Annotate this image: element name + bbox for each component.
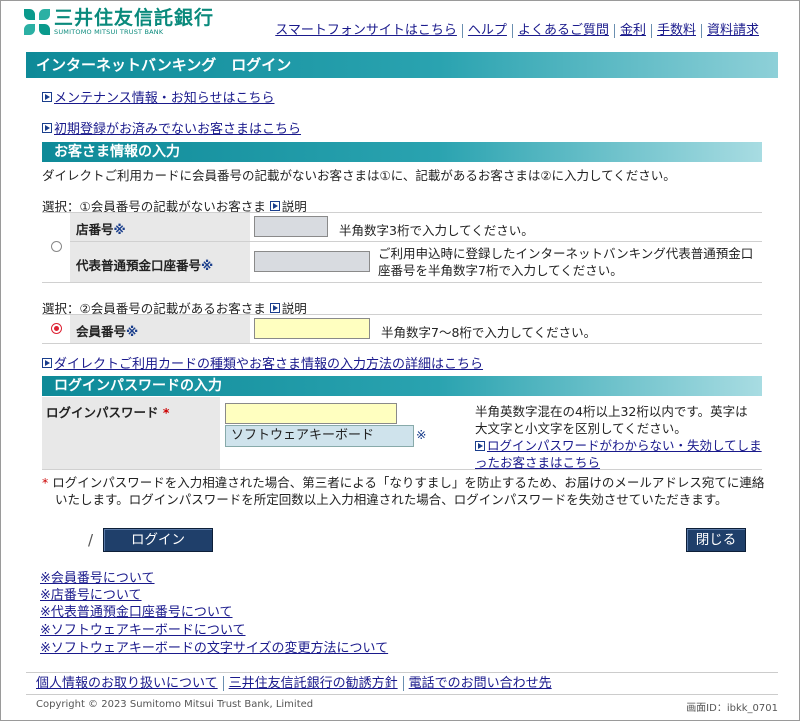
note-account-number-link[interactable]: ※代表普通預金口座番号について xyxy=(40,604,233,621)
password-section-title: ログインパスワードの入力 xyxy=(42,376,762,396)
copyright: Copyright © 2023 Sumitomo Mitsui Trust B… xyxy=(36,699,314,710)
account-label: 代表普通預金口座番号※ xyxy=(76,258,214,273)
page-header: 三井住友信託銀行 SUMITOMO MITSUI TRUST BANK スマート… xyxy=(24,8,764,44)
phone-contact-link[interactable]: 電話でのお問い合わせ先 xyxy=(402,676,557,691)
nav-interest-link[interactable]: 金利 xyxy=(613,24,651,38)
privacy-link[interactable]: 個人情報のお取り扱いについて xyxy=(31,676,223,691)
member-label: 会員番号※ xyxy=(76,324,139,339)
member-hint: 半角数字7～8桁で入力してください。 xyxy=(381,325,597,340)
branch-number-input[interactable] xyxy=(254,216,328,237)
arrow-icon xyxy=(42,357,52,368)
option1-radio[interactable] xyxy=(51,241,62,252)
footer-links: 個人情報のお取り扱いについて 三井住友信託銀行の勧誘方針 電話でのお問い合わせ先 xyxy=(31,676,557,691)
required-star: * xyxy=(162,405,170,420)
asterisk-mark: ※ xyxy=(113,222,126,237)
detail-link-row: ダイレクトご利用カードの種類やお客さま情報の入力方法の詳細はこちら xyxy=(42,353,483,372)
asterisk-mark: ※ xyxy=(201,258,214,273)
arrow-icon xyxy=(269,200,280,211)
footer-divider xyxy=(26,672,778,673)
initial-registration-link-row: 初期登録がお済みでないお客さまはこちら xyxy=(42,118,301,137)
forgot-password-link-cont[interactable]: ったお客さまはこちら xyxy=(475,455,600,470)
option2-radio[interactable] xyxy=(51,323,62,334)
customer-section-title: お客さま情報の入力 xyxy=(42,142,762,162)
maintenance-link-row: メンテナンス情報・お知らせはこちら xyxy=(42,87,274,106)
nav-brochure-link[interactable]: 資料請求 xyxy=(700,24,764,38)
password-hint: 半角英数字混在の4桁以上32桁以内です。英字は 大文字と小文字を区別してください… xyxy=(475,404,748,436)
note-keyboard-fontsize-link[interactable]: ※ソフトウェアキーボードの文字サイズの変更方法について xyxy=(40,640,388,657)
page-title: インターネットバンキング ログイン xyxy=(26,52,778,78)
member-number-input[interactable] xyxy=(254,318,370,339)
forgot-password-row: ログインパスワードがわからない・失効してしま ったお客さまはこちら xyxy=(475,437,762,471)
bank-logo-icon xyxy=(24,9,50,35)
nav-help-link[interactable]: ヘルプ xyxy=(461,24,512,38)
arrow-icon xyxy=(269,302,280,313)
password-label: ログインパスワード * xyxy=(46,405,170,420)
bank-logo[interactable]: 三井住友信託銀行 SUMITOMO MITSUI TRUST BANK xyxy=(24,8,214,36)
note-software-keyboard-link[interactable]: ※ソフトウェアキーボードについて xyxy=(40,622,246,639)
solicitation-policy-link[interactable]: 三井住友信託銀行の勧誘方針 xyxy=(222,676,403,691)
card-detail-link[interactable]: ダイレクトご利用カードの種類やお客さま情報の入力方法の詳細はこちら xyxy=(54,353,483,372)
customer-instruction: ダイレクトご利用カードに会員番号の記載がないお客さまは①に、記載があるお客さまは… xyxy=(42,168,676,183)
logo-name-en: SUMITOMO MITSUI TRUST BANK xyxy=(54,28,164,36)
arrow-icon xyxy=(42,122,52,133)
row-divider xyxy=(70,241,762,242)
password-input[interactable] xyxy=(225,403,397,424)
nav-faq-link[interactable]: よくあるご質問 xyxy=(511,24,614,38)
arrow-icon xyxy=(42,91,52,102)
arrow-icon xyxy=(475,440,485,451)
software-keyboard-button[interactable]: ソフトウェアキーボード xyxy=(225,425,414,447)
note-branch-number-link[interactable]: ※店番号について xyxy=(40,587,142,604)
account-number-input[interactable] xyxy=(254,251,370,272)
forgot-password-link[interactable]: ログインパスワードがわからない・失効してしま xyxy=(487,437,762,454)
top-nav: スマートフォンサイトはこちら ヘルプ よくあるご質問 金利 手数料 資料請求 xyxy=(270,24,764,38)
close-button[interactable]: 閉じる xyxy=(686,528,746,552)
screen-id: 画面ID：ibkk_0701 xyxy=(686,703,778,714)
warning-star: * xyxy=(42,475,49,490)
footer-divider-2 xyxy=(26,694,778,695)
software-keyboard-asterisk: ※ xyxy=(416,427,427,442)
nav-smartphone-link[interactable]: スマートフォンサイトはこちら xyxy=(270,24,462,38)
asterisk-mark: ※ xyxy=(126,324,139,339)
note-member-number-link[interactable]: ※会員番号について xyxy=(40,570,155,587)
slash-mark: / xyxy=(88,531,94,549)
logo-name-jp: 三井住友信託銀行 xyxy=(54,7,215,29)
branch-hint: 半角数字3桁で入力してください。 xyxy=(339,223,534,238)
initial-registration-link[interactable]: 初期登録がお済みでないお客さまはこちら xyxy=(54,118,301,137)
branch-label: 店番号※ xyxy=(76,222,126,237)
account-hint: ご利用申込時に登録したインターネットバンキング代表普通預金口 座番号を半角数字7… xyxy=(378,246,754,278)
nav-fees-link[interactable]: 手数料 xyxy=(650,24,701,38)
maintenance-link[interactable]: メンテナンス情報・お知らせはこちら xyxy=(54,87,274,106)
password-warning: * ログインパスワードを入力相違された場合、第三者による「なりすまし」を防止する… xyxy=(42,475,765,507)
login-button[interactable]: ログイン xyxy=(103,528,213,552)
